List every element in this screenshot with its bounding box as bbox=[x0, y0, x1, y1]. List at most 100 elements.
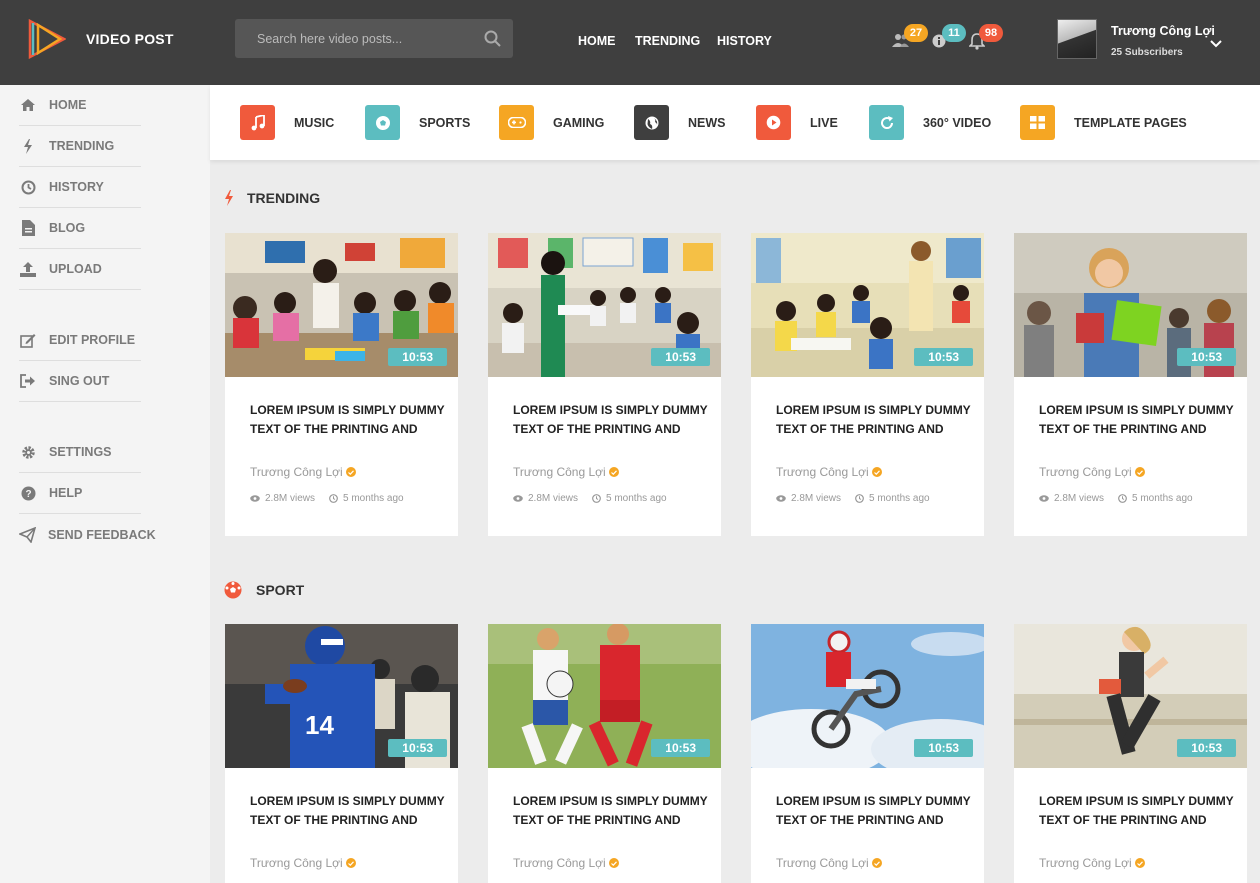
sidebar-label: TRENDING bbox=[49, 139, 115, 153]
video-thumbnail[interactable]: 14 10:53 bbox=[225, 624, 458, 768]
sidebar-label: HELP bbox=[49, 486, 83, 500]
sidebar-item-settings[interactable]: SETTINGS bbox=[19, 432, 141, 473]
video-title[interactable]: LOREM IPSUM IS SIMPLY DUMMY TEXT OF THE … bbox=[513, 401, 713, 439]
clock-icon bbox=[1118, 494, 1127, 503]
video-author[interactable]: Trương Công Lợi bbox=[1039, 465, 1145, 479]
category-label: GAMING bbox=[553, 115, 605, 130]
clock-icon bbox=[19, 178, 37, 196]
globe-icon bbox=[634, 105, 669, 140]
user-subscribers: 25 Subscribers bbox=[1111, 47, 1183, 58]
sidebar-item-trending[interactable]: TRENDING bbox=[19, 126, 141, 167]
sidebar-item-blog[interactable]: BLOG bbox=[19, 208, 141, 249]
brand-name[interactable]: VIDEO POST bbox=[86, 31, 174, 47]
author-name: Trương Công Lợi bbox=[513, 465, 606, 479]
sidebar-label: HISTORY bbox=[49, 180, 104, 194]
video-duration: 10:53 bbox=[914, 348, 973, 366]
info-count-badge: 11 bbox=[942, 24, 966, 42]
verified-icon bbox=[608, 858, 619, 868]
category-gaming[interactable]: GAMING bbox=[499, 105, 604, 140]
category-sports[interactable]: SPORTS bbox=[365, 105, 470, 140]
video-thumbnail[interactable]: 10:53 bbox=[751, 624, 984, 768]
video-author[interactable]: Trương Công Lợi bbox=[250, 856, 356, 870]
video-meta: 2.8M views 5 months ago bbox=[1039, 493, 1207, 504]
topnav-trending[interactable]: TRENDING bbox=[635, 34, 700, 48]
category-label: LIVE bbox=[810, 115, 838, 130]
video-time: 5 months ago bbox=[869, 493, 930, 504]
verified-icon bbox=[871, 858, 882, 868]
sidebar-item-edit-profile[interactable]: EDIT PROFILE bbox=[19, 320, 141, 361]
ball-icon bbox=[224, 581, 242, 599]
video-card[interactable]: 10:53 LOREM IPSUM IS SIMPLY DUMMY TEXT O… bbox=[751, 624, 984, 883]
category-music[interactable]: MUSIC bbox=[240, 105, 334, 140]
video-duration: 10:53 bbox=[1177, 348, 1236, 366]
author-name: Trương Công Lợi bbox=[513, 856, 606, 870]
video-author[interactable]: Trương Công Lợi bbox=[513, 856, 619, 870]
avatar[interactable] bbox=[1057, 19, 1097, 59]
category-bar: MUSIC SPORTS GAMING NEWS LIVE 360° VIDEO bbox=[210, 85, 1260, 160]
video-author[interactable]: Trương Công Lợi bbox=[250, 465, 356, 479]
sidebar-item-history[interactable]: HISTORY bbox=[19, 167, 141, 208]
video-card[interactable]: 10:53 LOREM IPSUM IS SIMPLY DUMMY TEXT O… bbox=[1014, 624, 1247, 883]
sidebar-label: UPLOAD bbox=[49, 262, 102, 276]
search-input[interactable] bbox=[235, 19, 475, 58]
video-author[interactable]: Trương Công Lợi bbox=[513, 465, 619, 479]
video-title[interactable]: LOREM IPSUM IS SIMPLY DUMMY TEXT OF THE … bbox=[513, 792, 713, 830]
svg-text:?: ? bbox=[25, 489, 31, 500]
sidebar-item-send-feedback[interactable]: SEND FEEDBACK bbox=[19, 514, 156, 555]
video-title[interactable]: LOREM IPSUM IS SIMPLY DUMMY TEXT OF THE … bbox=[250, 792, 450, 830]
video-author[interactable]: Trương Công Lợi bbox=[776, 465, 882, 479]
video-title[interactable]: LOREM IPSUM IS SIMPLY DUMMY TEXT OF THE … bbox=[1039, 401, 1239, 439]
section-title-sport: SPORT bbox=[224, 581, 304, 599]
topnav-history[interactable]: HISTORY bbox=[717, 34, 772, 48]
video-title[interactable]: LOREM IPSUM IS SIMPLY DUMMY TEXT OF THE … bbox=[250, 401, 450, 439]
video-thumbnail[interactable]: 10:53 bbox=[1014, 624, 1247, 768]
video-card[interactable]: 10:53 LOREM IPSUM IS SIMPLY DUMMY TEXT O… bbox=[488, 233, 721, 536]
sidebar-item-help[interactable]: ? HELP bbox=[19, 473, 141, 514]
sidebar-item-sign-out[interactable]: SING OUT bbox=[19, 361, 141, 402]
video-title[interactable]: LOREM IPSUM IS SIMPLY DUMMY TEXT OF THE … bbox=[776, 401, 976, 439]
search-icon[interactable] bbox=[484, 30, 501, 47]
category-label: TEMPLATE PAGES bbox=[1074, 115, 1187, 130]
video-card[interactable]: 14 10:53 LOREM IPSUM IS SIMPLY DUMMY TEX… bbox=[225, 624, 458, 883]
video-author[interactable]: Trương Công Lợi bbox=[776, 856, 882, 870]
video-thumbnail[interactable]: 10:53 bbox=[1014, 233, 1247, 377]
video-thumbnail[interactable]: 10:53 bbox=[488, 624, 721, 768]
chevron-down-icon[interactable] bbox=[1210, 40, 1222, 48]
category-360-video[interactable]: 360° VIDEO bbox=[869, 105, 991, 140]
author-name: Trương Công Lợi bbox=[1039, 465, 1132, 479]
video-author[interactable]: Trương Công Lợi bbox=[1039, 856, 1145, 870]
category-news[interactable]: NEWS bbox=[634, 105, 726, 140]
sidebar-label: EDIT PROFILE bbox=[49, 333, 136, 347]
video-card[interactable]: 10:53 LOREM IPSUM IS SIMPLY DUMMY TEXT O… bbox=[488, 624, 721, 883]
sidebar-item-home[interactable]: HOME bbox=[19, 85, 141, 126]
video-title[interactable]: LOREM IPSUM IS SIMPLY DUMMY TEXT OF THE … bbox=[776, 792, 976, 830]
video-time: 5 months ago bbox=[343, 493, 404, 504]
video-meta: 2.8M views 5 months ago bbox=[513, 493, 681, 504]
video-thumbnail[interactable]: 10:53 bbox=[488, 233, 721, 377]
video-card[interactable]: 10:53 LOREM IPSUM IS SIMPLY DUMMY TEXT O… bbox=[225, 233, 458, 536]
category-template-pages[interactable]: TEMPLATE PAGES bbox=[1020, 105, 1187, 140]
video-card[interactable]: 10:53 LOREM IPSUM IS SIMPLY DUMMY TEXT O… bbox=[751, 233, 984, 536]
user-name[interactable]: Trương Công Lợi bbox=[1111, 24, 1215, 38]
author-name: Trương Công Lợi bbox=[776, 465, 869, 479]
grid-icon bbox=[1020, 105, 1055, 140]
logo-icon[interactable] bbox=[28, 19, 66, 59]
sidebar-label: SEND FEEDBACK bbox=[48, 527, 156, 542]
music-icon bbox=[240, 105, 275, 140]
category-live[interactable]: LIVE bbox=[756, 105, 838, 140]
video-card[interactable]: 10:53 LOREM IPSUM IS SIMPLY DUMMY TEXT O… bbox=[1014, 233, 1247, 536]
verified-icon bbox=[1134, 858, 1145, 868]
video-thumbnail[interactable]: 10:53 bbox=[751, 233, 984, 377]
sidebar-item-upload[interactable]: UPLOAD bbox=[19, 249, 141, 290]
video-title[interactable]: LOREM IPSUM IS SIMPLY DUMMY TEXT OF THE … bbox=[1039, 792, 1239, 830]
ball-icon bbox=[365, 105, 400, 140]
verified-icon bbox=[871, 467, 882, 477]
verified-icon bbox=[345, 858, 356, 868]
video-thumbnail[interactable]: 10:53 bbox=[225, 233, 458, 377]
clock-icon bbox=[592, 494, 601, 503]
eye-icon bbox=[513, 495, 523, 502]
clock-icon bbox=[329, 494, 338, 503]
sidebar-label: SING OUT bbox=[49, 374, 110, 388]
gamepad-icon bbox=[499, 105, 534, 140]
topnav-home[interactable]: HOME bbox=[578, 34, 616, 48]
